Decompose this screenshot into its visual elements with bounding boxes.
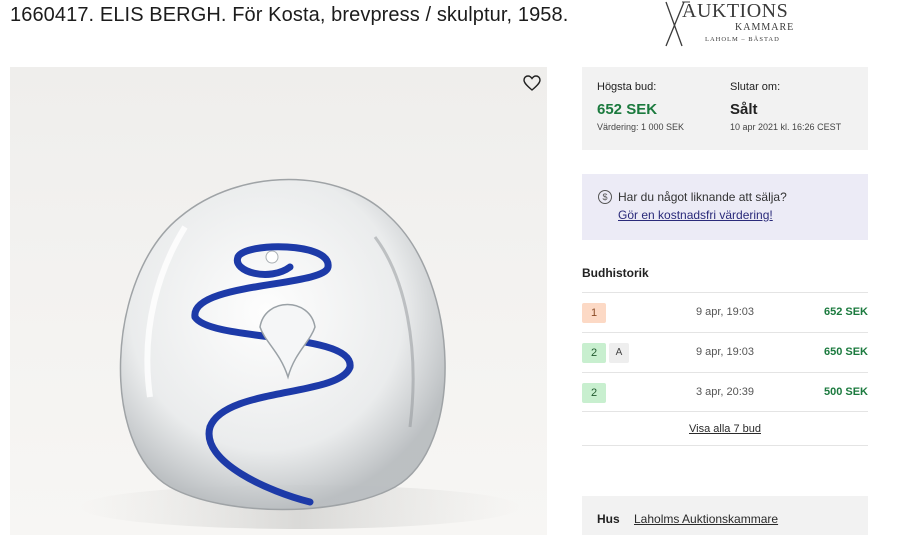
sell-prompt-panel: $ Har du något liknande att sälja? Gör e… xyxy=(582,174,868,240)
ends-date: 10 apr 2021 kl. 16:26 CEST xyxy=(730,122,842,132)
sell-question: Har du något liknande att sälja? xyxy=(618,190,787,204)
bid-amount: 650 SEK xyxy=(823,346,868,358)
bid-amount: 652 SEK xyxy=(823,306,868,318)
house-panel: Hus Laholms Auktionskammare xyxy=(582,496,868,535)
ends-column: Slutar om: Sålt 10 apr 2021 kl. 16:26 CE… xyxy=(730,81,841,132)
logo-place: LAHOLM – BÅSTAD xyxy=(705,36,780,43)
bid-history-title: Budhistorik xyxy=(582,266,649,280)
valuation-text: Värdering: 1 000 SEK xyxy=(597,122,685,132)
show-all-bids-link[interactable]: Visa alla 7 bud xyxy=(582,412,868,435)
dollar-circle-icon: $ xyxy=(598,190,612,204)
bid-row: 1 9 apr, 19:03 652 SEK xyxy=(582,292,868,332)
ends-label: Slutar om: xyxy=(730,81,781,93)
page-title: 1660417. ELIS BERGH. För Kosta, brevpres… xyxy=(10,4,569,26)
valuation-link[interactable]: Gör en kostnadsfri värdering! xyxy=(618,208,773,222)
favorite-heart-icon[interactable] xyxy=(522,73,542,93)
bid-history-table: 1 9 apr, 19:03 652 SEK 2 A 9 apr, 19:03 … xyxy=(582,292,868,412)
house-label: Hus xyxy=(597,512,620,526)
bid-row: 2 3 apr, 20:39 500 SEK xyxy=(582,372,868,412)
show-all-bids: Visa alla 7 bud xyxy=(582,412,868,446)
highest-bid-value: 652 SEK xyxy=(597,101,658,118)
bid-summary-panel: Högsta bud: 652 SEK Värdering: 1 000 SEK… xyxy=(582,67,868,150)
paperweight-photo xyxy=(80,178,520,529)
highest-bid-label: Högsta bud: xyxy=(597,81,657,93)
auction-house-logo[interactable]: AUKTIONS KAMMARE LAHOLM – BÅSTAD xyxy=(660,0,800,48)
item-image[interactable] xyxy=(10,67,547,535)
house-link[interactable]: Laholms Auktionskammare xyxy=(634,512,778,526)
ends-value: Sålt xyxy=(730,101,758,118)
bid-row: 2 A 9 apr, 19:03 650 SEK xyxy=(582,332,868,372)
logo-name: AUKTIONS xyxy=(682,0,789,22)
highest-bid-column: Högsta bud: 652 SEK Värdering: 1 000 SEK xyxy=(597,81,684,132)
logo-sub: KAMMARE xyxy=(735,22,795,33)
bid-amount: 500 SEK xyxy=(823,386,868,398)
